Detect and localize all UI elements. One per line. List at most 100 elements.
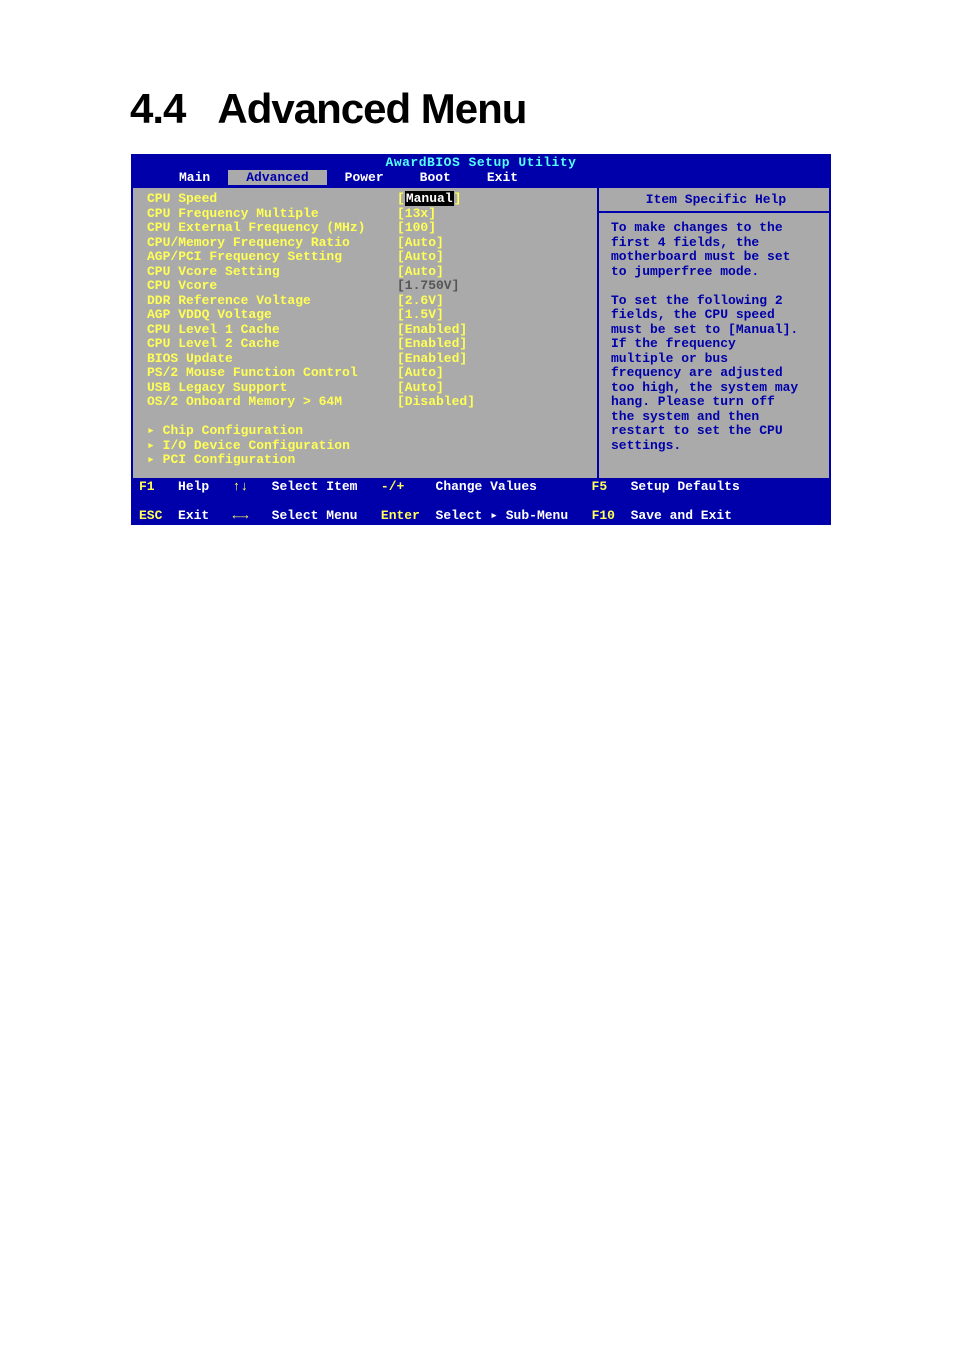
setting-value: [Auto] [397,381,444,396]
setting-label: CPU Vcore Setting [147,265,397,280]
setting-row[interactable]: AGP VDDQ Voltage [1.5V] [147,308,589,323]
tab-boot[interactable]: Boot [402,170,469,185]
setting-row[interactable]: CPU/Memory Frequency Ratio [Auto] [147,236,589,251]
bios-tab-bar: Main Advanced Power Boot Exit [131,170,831,187]
setting-row[interactable]: OS/2 Onboard Memory > 64M [Disabled] [147,395,589,410]
section-name: Advanced Menu [217,85,526,132]
setting-label: AGP/PCI Frequency Setting [147,250,397,265]
setting-label: DDR Reference Voltage [147,294,397,309]
submenu-label: I/O Device Configuration [163,438,350,453]
divider [599,211,829,213]
footer-label: Select ▸ Sub-Menu [436,508,569,523]
submenu-arrow-icon: ▸ [147,452,163,467]
footer-label: Help [178,479,209,494]
setting-row[interactable]: CPU Level 1 Cache [Enabled] [147,323,589,338]
setting-value: [1.5V] [397,308,444,323]
setting-label: CPU External Frequency (MHz) [147,221,397,236]
setting-label: CPU Level 1 Cache [147,323,397,338]
setting-label: CPU/Memory Frequency Ratio [147,236,397,251]
page-title: 4.4 Advanced Menu [130,85,526,133]
setting-value: [Auto] [397,265,444,280]
setting-value: [Manual] [397,192,461,207]
help-text: settings. [611,439,821,454]
help-text: must be set to [Manual]. [611,323,821,338]
submenu-arrow-icon: ▸ [147,438,163,453]
help-text: the system and then [611,410,821,425]
help-text: fields, the CPU speed [611,308,821,323]
setting-value: [Disabled] [397,395,475,410]
footer-label: Setup Defaults [631,479,740,494]
setting-row[interactable]: CPU External Frequency (MHz) [100] [147,221,589,236]
setting-label: CPU Frequency Multiple [147,207,397,222]
footer-label: Exit [178,508,209,523]
bios-title-bar: AwardBIOS Setup Utility [131,154,831,170]
setting-label: CPU Vcore [147,279,397,294]
key-f1: F1 [139,479,155,494]
help-text: frequency are adjusted [611,366,821,381]
setting-row[interactable]: CPU Frequency Multiple [13x] [147,207,589,222]
settings-panel: CPU Speed [Manual] CPU Frequency Multipl… [131,187,599,480]
help-text: too high, the system may [611,381,821,396]
help-text [611,279,821,294]
setting-value: [Enabled] [397,323,467,338]
help-text: to jumperfree mode. [611,265,821,280]
tab-exit[interactable]: Exit [469,170,536,185]
submenu-item[interactable]: ▸ Chip Configuration [147,424,589,439]
setting-label: CPU Level 2 Cache [147,337,397,352]
setting-value: [Enabled] [397,337,467,352]
help-text: motherboard must be set [611,250,821,265]
submenu-item[interactable]: ▸ PCI Configuration [147,453,589,468]
bios-body: CPU Speed [Manual] CPU Frequency Multipl… [131,187,831,480]
setting-row[interactable]: DDR Reference Voltage [2.6V] [147,294,589,309]
help-text: To make changes to the [611,221,821,236]
setting-row[interactable]: CPU Level 2 Cache [Enabled] [147,337,589,352]
tab-power[interactable]: Power [327,170,402,185]
setting-value: [100] [397,221,436,236]
help-panel: Item Specific Help To make changes to th… [599,187,831,480]
key-f5: F5 [592,479,608,494]
leftright-icon: ←→ [233,508,249,523]
setting-row[interactable]: AGP/PCI Frequency Setting [Auto] [147,250,589,265]
help-text: restart to set the CPU [611,424,821,439]
bios-footer: F1 Help ↑↓ Select Item -/+ Change Values… [131,480,831,526]
tab-advanced[interactable]: Advanced [228,170,326,185]
setting-value: [Enabled] [397,352,467,367]
setting-row: CPU Vcore [1.750V] [147,279,589,294]
submenu-label: PCI Configuration [163,452,296,467]
setting-label: CPU Speed [147,192,397,207]
footer-label: Select Item [272,479,358,494]
setting-value: [Auto] [397,366,444,381]
setting-row[interactable]: CPU Vcore Setting [Auto] [147,265,589,280]
bios-window: AwardBIOS Setup Utility Main Advanced Po… [131,154,831,525]
setting-label: AGP VDDQ Voltage [147,308,397,323]
setting-value: [1.750V] [397,279,459,294]
setting-value: [2.6V] [397,294,444,309]
spacer [147,410,589,425]
help-text: If the frequency [611,337,821,352]
setting-label: OS/2 Onboard Memory > 64M [147,395,397,410]
help-text: To set the following 2 [611,294,821,309]
footer-label: Change Values [436,479,537,494]
footer-label: Select Menu [272,508,358,523]
setting-row[interactable]: PS/2 Mouse Function Control [Auto] [147,366,589,381]
help-text: hang. Please turn off [611,395,821,410]
submenu-item[interactable]: ▸ I/O Device Configuration [147,439,589,454]
key-minusplus: -/+ [381,479,404,494]
section-number: 4.4 [130,85,185,132]
help-title: Item Specific Help [611,192,821,207]
setting-row[interactable]: USB Legacy Support [Auto] [147,381,589,396]
tab-main[interactable]: Main [161,170,228,185]
footer-left: F1 Help ↑↓ Select Item -/+ Change Values… [139,480,740,524]
key-esc: ESC [139,508,162,523]
setting-row[interactable]: CPU Speed [Manual] [147,192,589,207]
key-f10: F10 [592,508,615,523]
setting-row[interactable]: BIOS Update [Enabled] [147,352,589,367]
setting-value: [Auto] [397,250,444,265]
updown-icon: ↑↓ [233,479,249,494]
setting-label: USB Legacy Support [147,381,397,396]
setting-value: [13x] [397,207,436,222]
setting-label: BIOS Update [147,352,397,367]
submenu-label: Chip Configuration [163,423,303,438]
help-text: first 4 fields, the [611,236,821,251]
submenu-arrow-icon: ▸ [147,423,163,438]
